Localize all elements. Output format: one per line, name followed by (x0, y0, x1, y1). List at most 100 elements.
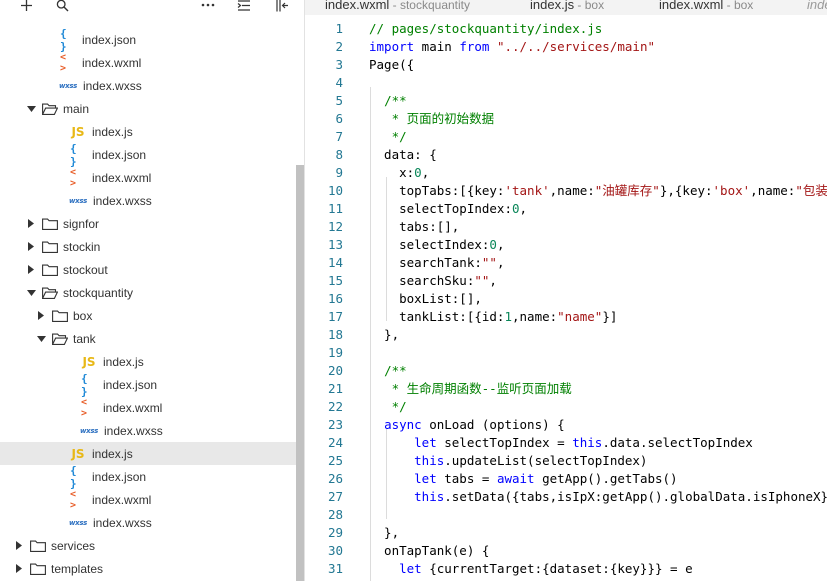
line-number: 30 (327, 543, 343, 558)
file-row-index-js[interactable]: JS index.js (0, 442, 296, 465)
folder-row-tank[interactable]: tank (0, 327, 296, 350)
chevron-down-icon[interactable] (36, 327, 46, 350)
wxss-file-icon: wxss (68, 518, 88, 527)
editor-tab[interactable]: inde (807, 0, 827, 15)
search-icon[interactable] (54, 0, 70, 13)
file-row-index-wxml[interactable]: < > index.wxml (0, 51, 296, 74)
code-token: }] (602, 309, 618, 324)
code-line: 18 }, (305, 326, 827, 344)
file-row-index-json[interactable]: { } index.json (0, 372, 296, 398)
code-token: 1 (504, 309, 512, 324)
editor-tab[interactable]: index.wxml - box (659, 0, 753, 15)
tree-item-label: index.wxss (93, 515, 152, 530)
ellipsis-icon[interactable] (200, 0, 216, 13)
folder-row-signfor[interactable]: signfor (0, 212, 296, 235)
code-token: * 页面的初始数据 (384, 111, 495, 126)
chevron-right-icon[interactable] (14, 557, 24, 580)
file-row-index-json[interactable]: { } index.json (0, 464, 296, 490)
code-text: */ (369, 128, 407, 146)
code-token: /** (384, 93, 407, 108)
chevron-down-icon[interactable] (26, 97, 36, 120)
code-token: /** (384, 363, 407, 378)
line-number: 7 (335, 129, 343, 144)
code-token: boxList:[], (369, 291, 482, 306)
editor-tab[interactable]: index.wxml - stockquantity (325, 0, 470, 15)
code-token: // pages/stockquantity/index.js (369, 21, 603, 36)
file-row-index-js[interactable]: JS index.js (0, 350, 296, 373)
code-text: * 生命周期函数--监听页面加载 (369, 380, 572, 398)
code-text: Page({ (369, 56, 414, 74)
code-line: 17 tankList:[{id:1,name:"name"}] (305, 308, 827, 326)
file-row-index-wxml[interactable]: < > index.wxml (0, 396, 296, 419)
editor-tab-bar: index.wxml - stockquantity index.js - box… (305, 0, 827, 15)
line-number: 11 (327, 201, 343, 216)
code-text: searchSku:"", (369, 272, 497, 290)
tree-item-label: index.wxss (104, 423, 163, 438)
code-token: searchSku: (369, 273, 475, 288)
chevron-right-icon[interactable] (26, 258, 36, 281)
code-token: selectIndex: (369, 237, 490, 252)
code-token: let (399, 561, 422, 576)
code-line: 28 (305, 506, 827, 524)
code-token: "" (474, 273, 490, 288)
code-token: tankList:[{id: (369, 309, 505, 324)
tree-item-label: stockout (63, 262, 108, 277)
file-row-index-wxss[interactable]: wxss index.wxss (0, 74, 296, 97)
code-line: 8 data: { (305, 146, 827, 164)
code-token: */ (384, 399, 407, 414)
list-sort-icon[interactable] (236, 0, 252, 13)
folder-row-main[interactable]: main (0, 97, 296, 120)
file-row-index-wxss[interactable]: wxss index.wxss (0, 511, 296, 534)
tree-item-label: index.wxss (93, 193, 152, 208)
code-token: .updateList(selectTopIndex) (444, 453, 648, 468)
chevron-down-icon[interactable] (26, 281, 36, 304)
folder-row-stockout[interactable]: stockout (0, 258, 296, 281)
code-token: .setData({tabs,isIpX:getApp().globalData… (444, 489, 827, 504)
chevron-right-icon[interactable] (26, 212, 36, 235)
code-line: 13 selectIndex:0, (305, 236, 827, 254)
code-token: Page({ (369, 57, 415, 72)
folder-row-box[interactable]: box (0, 304, 296, 327)
chevron-right-icon[interactable] (26, 235, 36, 258)
folder-row-services[interactable]: services (0, 534, 296, 557)
code-line: 30 onTapTank(e) { (305, 542, 827, 560)
wxml-file-icon: < > (70, 488, 77, 511)
folder-row-stockin[interactable]: stockin (0, 235, 296, 258)
file-explorer: JS index.js { } index.json < > index.wxml wxss… (0, 0, 305, 581)
line-number: 3 (335, 57, 343, 72)
code-editor[interactable]: 1 // pages/stockquantity/index.js 2 import … (305, 15, 827, 581)
code-text: selectTopIndex:0, (369, 200, 527, 218)
editor-tab[interactable]: index.js - box (530, 0, 604, 15)
file-row-index-wxss[interactable]: wxss index.wxss (0, 419, 296, 442)
file-row-index-js[interactable]: JS index.js (0, 120, 296, 143)
code-token: getApp().getTabs() (534, 471, 678, 486)
code-line: 1 // pages/stockquantity/index.js (305, 20, 827, 38)
folder-row-templates[interactable]: templates (0, 557, 296, 580)
wxss-file-icon: wxss (58, 81, 78, 90)
code-text: async onLoad (options) { (369, 416, 565, 434)
code-token: selectTopIndex: (369, 201, 512, 216)
code-line: 5 /** (305, 92, 827, 110)
folder-row-stockquantity[interactable]: stockquantity (0, 281, 296, 304)
file-row-index-wxml[interactable]: < > index.wxml (0, 488, 296, 511)
collapse-panel-icon[interactable] (274, 0, 290, 13)
file-row-index-json[interactable]: { } index.json (0, 26, 296, 53)
code-line: 21 * 生命周期函数--监听页面加载 (305, 380, 827, 398)
file-row-index-wxss[interactable]: wxss index.wxss (0, 189, 296, 212)
chevron-right-icon[interactable] (36, 304, 46, 327)
file-row-index-json[interactable]: { } index.json (0, 142, 296, 168)
plus-icon[interactable] (18, 0, 34, 13)
explorer-scrollbar[interactable] (296, 165, 304, 581)
chevron-right-icon[interactable] (14, 534, 24, 557)
code-token: , (496, 237, 505, 252)
folder-icon (42, 218, 58, 230)
file-row-index-wxml[interactable]: < > index.wxml (0, 166, 296, 189)
line-number: 31 (327, 561, 343, 576)
json-file-icon: { } (60, 26, 67, 53)
code-text: let {currentTarget:{dataset:{key}}} = e (369, 560, 693, 578)
